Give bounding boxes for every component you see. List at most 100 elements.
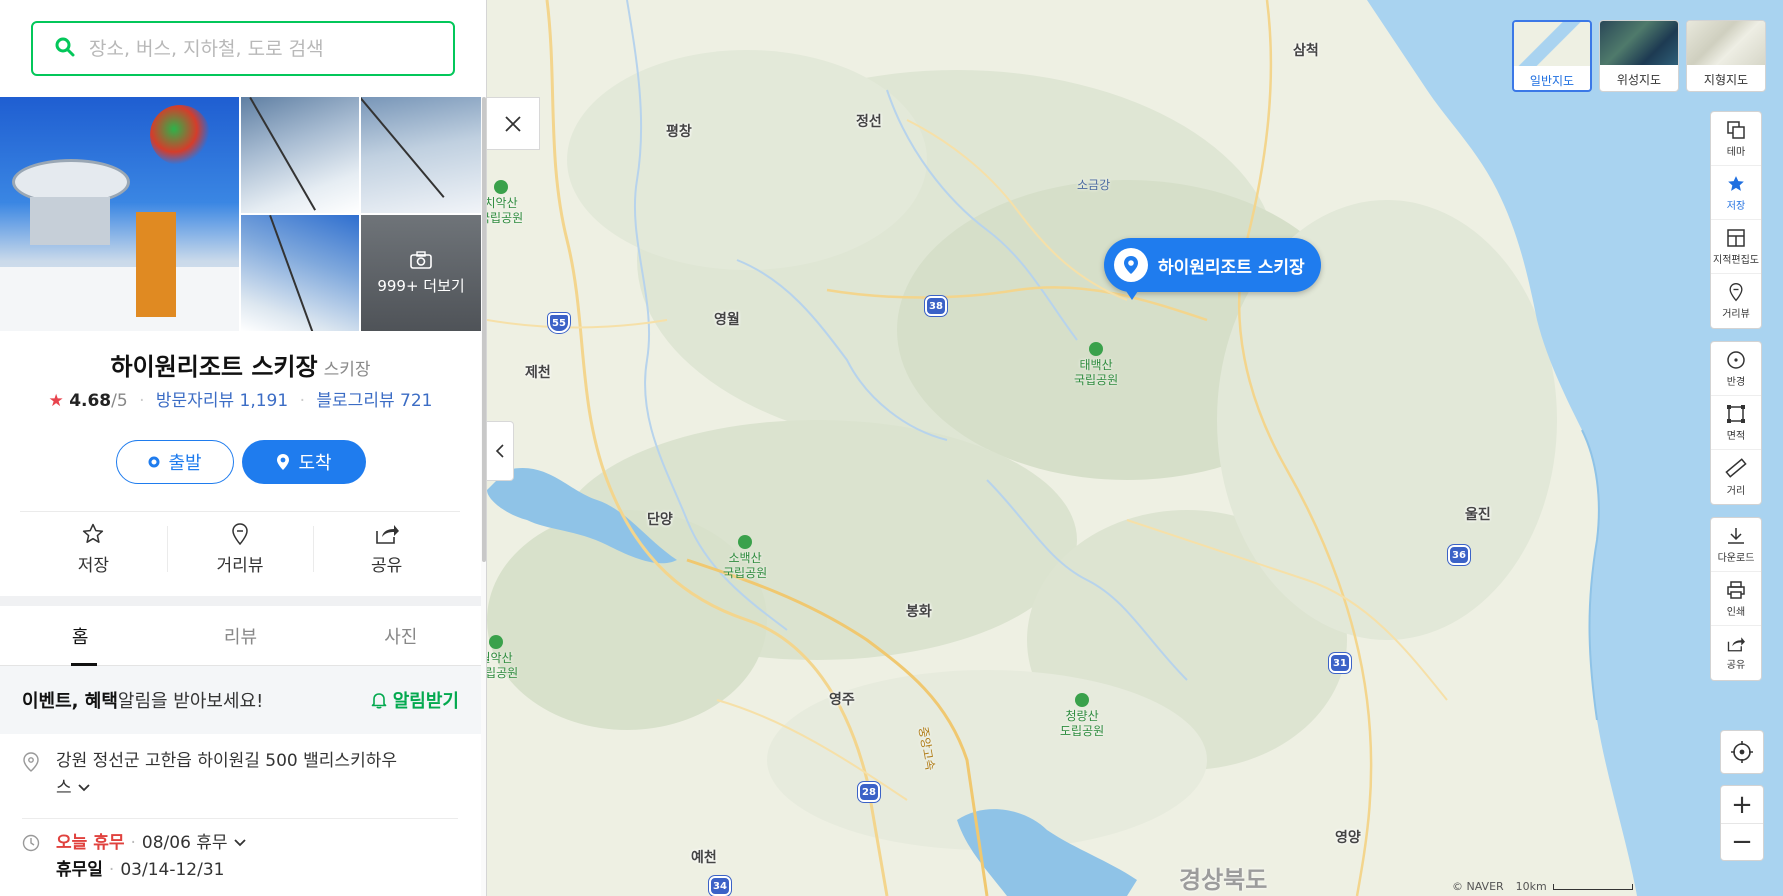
share-icon [375,524,399,544]
download-icon [1728,527,1744,544]
map-label-place[interactable]: 울진 [1465,504,1491,524]
tool-print[interactable]: 인쇄 [1711,572,1761,626]
notify-button[interactable]: 알림받기 [370,687,459,713]
location-pin-icon [1114,248,1148,282]
star-outline-icon [83,523,104,543]
photo-more[interactable]: 999+ 더보기 [361,215,481,331]
map-attribution: © NAVER 10km [1452,880,1633,893]
hours-date: 08/06 휴무 [141,833,228,853]
tool-radius[interactable]: 반경 [1711,342,1761,396]
rating-score: 4.68 [69,391,112,411]
map-label-park[interactable]: 태백산 국립공원 [1074,342,1118,388]
arrive-button[interactable]: 도착 [242,440,366,484]
map-label-place[interactable]: 제천 [525,362,551,382]
map-label-place[interactable]: 삼척 [1293,40,1319,60]
close-panel-button[interactable] [487,97,540,150]
map-label-place[interactable]: 영양 [1335,827,1361,847]
tool-area[interactable]: 면적 [1711,396,1761,450]
zoom-out-button[interactable]: − [1721,823,1763,860]
naver-map-app: 999+ 더보기 하이원리조트 스키장스키장 ★ 4.68/5 · 방문자리뷰 … [0,0,1783,896]
streetview-pin-icon [232,522,248,545]
tool-save[interactable]: 저장 [1711,166,1761,220]
map-canvas[interactable]: 삼척 평창 정선 영월 제천 단양 봉화 영주 울진 영양 예천 소금강 치악산… [487,0,1783,896]
maptype-satellite[interactable]: 위성지도 [1599,20,1679,92]
attribution-text: © NAVER [1452,880,1504,893]
map-label-region: 경상북도 [1179,866,1268,894]
chevron-down-icon[interactable] [77,778,91,798]
scrollbar-thumb[interactable] [482,97,486,562]
maptype-satellite-label: 위성지도 [1616,73,1662,87]
map-label-park[interactable]: 치악산국립공원 [487,180,523,226]
map-label-place[interactable]: 예천 [691,847,717,867]
map-toolbar-primary: 테마 저장 지적편집도 거리뷰 [1710,111,1762,329]
event-notice: 이벤트, 혜택 알림을 받아보세요! 알림받기 [0,666,481,734]
maptype-normal-label: 일반지도 [1529,74,1575,88]
my-location-button[interactable] [1720,730,1764,774]
zoom-in-button[interactable]: + [1721,786,1763,823]
photo-main[interactable] [0,97,239,331]
tool-theme[interactable]: 테마 [1711,112,1761,166]
place-tabs: 홈 리뷰 사진 [0,606,481,666]
park-tree-icon [1075,693,1090,707]
streetview-action[interactable]: 거리뷰 [166,512,314,585]
place-meta: ★ 4.68/5 · 방문자리뷰 1,191 · 블로그리뷰 721 [48,391,433,411]
road-shield: 34 [709,876,731,896]
streetview-label: 거리뷰 [216,555,264,576]
radius-icon [1727,350,1745,369]
search-input[interactable] [89,37,429,60]
map-label-place[interactable]: 영주 [829,689,855,709]
map-label-park[interactable]: 소백산 국립공원 [723,535,767,581]
camera-icon [410,250,432,269]
depart-button[interactable]: 출발 [116,440,234,484]
visitor-reviews-link[interactable]: 방문자리뷰 1,191 [156,391,288,411]
blog-reviews-link[interactable]: 블로그리뷰 721 [316,391,432,411]
close-icon [505,115,521,132]
tab-photos[interactable]: 사진 [321,606,481,665]
photo-thumb[interactable] [241,97,359,213]
map-label-river: 소금강 [1077,178,1111,192]
maptype-terrain[interactable]: 지형지도 [1686,20,1766,92]
location-pin-icon [22,748,56,802]
address-row: 강원 정선군 고한읍 하이원길 500 밸리스키하우 스 [22,748,462,802]
streetview-pin-icon [1729,282,1743,302]
crosshair-icon [1731,741,1753,763]
tab-home[interactable]: 홈 [0,606,160,666]
map-label-place[interactable]: 단양 [647,509,673,529]
map-label-place[interactable]: 봉화 [906,601,932,621]
map-label-park[interactable]: 월악산국립공원 [487,635,518,681]
place-category: 스키장 [323,360,371,380]
photo-thumb[interactable] [241,215,359,331]
panel-scrollbar[interactable] [481,97,486,896]
rating-max: /5 [111,391,128,411]
printer-icon [1727,580,1745,599]
map-label-park[interactable]: 청량산 도립공원 [1060,693,1104,739]
tool-share[interactable]: 공유 [1711,626,1761,680]
tool-distance[interactable]: 거리 [1711,450,1761,504]
maptype-normal[interactable]: 일반지도 [1512,20,1592,92]
map-label-place[interactable]: 평창 [666,121,692,141]
zoom-control: + − [1720,785,1764,861]
map-toolbar-measure: 반경 면적 거리 [1710,341,1762,505]
tool-download[interactable]: 다운로드 [1711,518,1761,572]
search-icon[interactable] [55,37,75,61]
map-label-place[interactable]: 정선 [856,111,882,131]
search-box[interactable] [31,21,455,76]
road-shield: 28 [858,782,880,802]
save-label: 저장 [77,555,109,576]
share-action[interactable]: 공유 [313,512,460,585]
place-marker[interactable]: 하이원리조트 스키장 [1104,238,1321,300]
collapse-panel-button[interactable] [487,421,514,481]
notice-strong: 이벤트, 혜택 [22,691,118,712]
hours-expand-icon[interactable] [233,833,247,853]
place-name: 하이원리조트 스키장 [110,353,318,381]
place-panel: 999+ 더보기 하이원리조트 스키장스키장 ★ 4.68/5 · 방문자리뷰 … [0,0,487,896]
depart-label: 출발 [168,453,202,474]
road-shield: 36 [1448,545,1470,565]
save-action[interactable]: 저장 [20,512,167,585]
tool-streetview[interactable]: 거리뷰 [1711,274,1761,328]
map-label-place[interactable]: 영월 [714,309,740,329]
tool-cadastral[interactable]: 지적편집도 [1711,220,1761,274]
address-line2: 스 [56,778,72,798]
photo-thumb[interactable] [361,97,481,213]
tab-reviews[interactable]: 리뷰 [160,606,320,665]
